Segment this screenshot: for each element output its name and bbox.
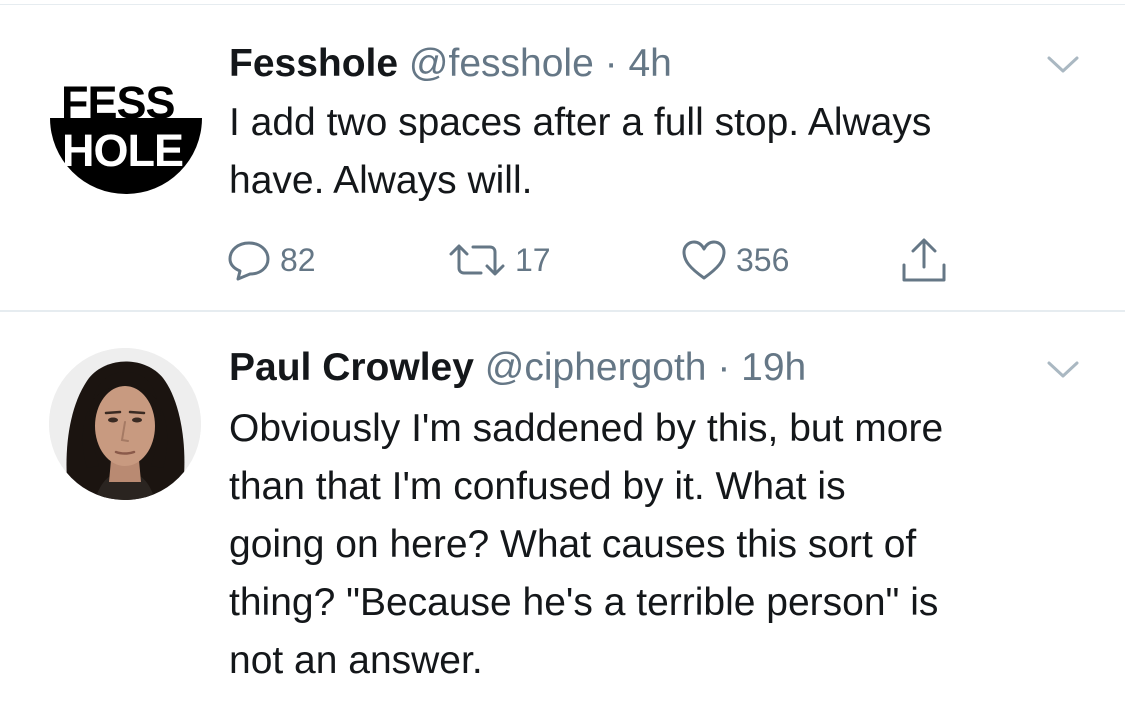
retweet-icon	[447, 238, 507, 282]
chevron-down-icon[interactable]	[1046, 360, 1080, 380]
tweet-text: I add two spaces after a full stop. Alwa…	[229, 94, 1089, 210]
like-count: 356	[736, 241, 790, 278]
avatar[interactable]: FESS HOLE	[44, 48, 206, 208]
heart-icon	[680, 238, 728, 282]
retweet-count: 17	[515, 241, 551, 278]
top-divider	[0, 4, 1125, 5]
reply-button[interactable]: 82	[226, 230, 316, 290]
author-name[interactable]: Paul Crowley	[229, 346, 474, 389]
avatar[interactable]	[49, 348, 201, 500]
like-button[interactable]: 356	[680, 230, 789, 290]
tweet-text-line: thing? "Because he's a terrible person" …	[229, 581, 939, 624]
retweet-button[interactable]: 17	[447, 230, 551, 290]
tweet-text-line: than that I'm confused by it. What is	[229, 465, 846, 508]
tweet-text-line: Obviously I'm saddened by this, but more	[229, 407, 944, 450]
tweet-header: Fesshole @fesshole · 4h	[229, 41, 672, 87]
share-icon	[898, 235, 950, 285]
author-handle[interactable]: @ciphergoth	[485, 346, 707, 389]
logo-word-bottom: HOLE	[62, 125, 184, 176]
author-name[interactable]: Fesshole	[229, 42, 398, 85]
tweet-text-line: I add two spaces after a full stop. Alwa…	[229, 101, 932, 144]
tweet[interactable]: FESS HOLE Fesshole @fesshole · 4h I add …	[0, 8, 1125, 311]
author-handle[interactable]: @fesshole	[409, 42, 594, 85]
tweet-text-line: have. Always will.	[229, 159, 533, 202]
tweet-text-line: going on here? What causes this sort of	[229, 523, 917, 566]
separator-dot: ·	[717, 346, 731, 389]
tweet[interactable]: Paul Crowley @ciphergoth · 19h Obviously…	[0, 312, 1125, 710]
share-button[interactable]	[898, 230, 950, 290]
reply-count: 82	[280, 241, 316, 278]
tweet-timestamp[interactable]: 19h	[741, 346, 806, 389]
action-bar: 82 17 356	[0, 230, 1125, 290]
chevron-down-icon[interactable]	[1046, 55, 1080, 75]
tweet-text: Obviously I'm saddened by this, but more…	[229, 400, 1099, 690]
tweet-timestamp[interactable]: 4h	[628, 42, 671, 85]
tweet-text-line: not an answer.	[229, 639, 483, 682]
tweet-header: Paul Crowley @ciphergoth · 19h	[229, 345, 806, 391]
separator-dot: ·	[604, 42, 618, 85]
reply-icon	[226, 238, 272, 282]
